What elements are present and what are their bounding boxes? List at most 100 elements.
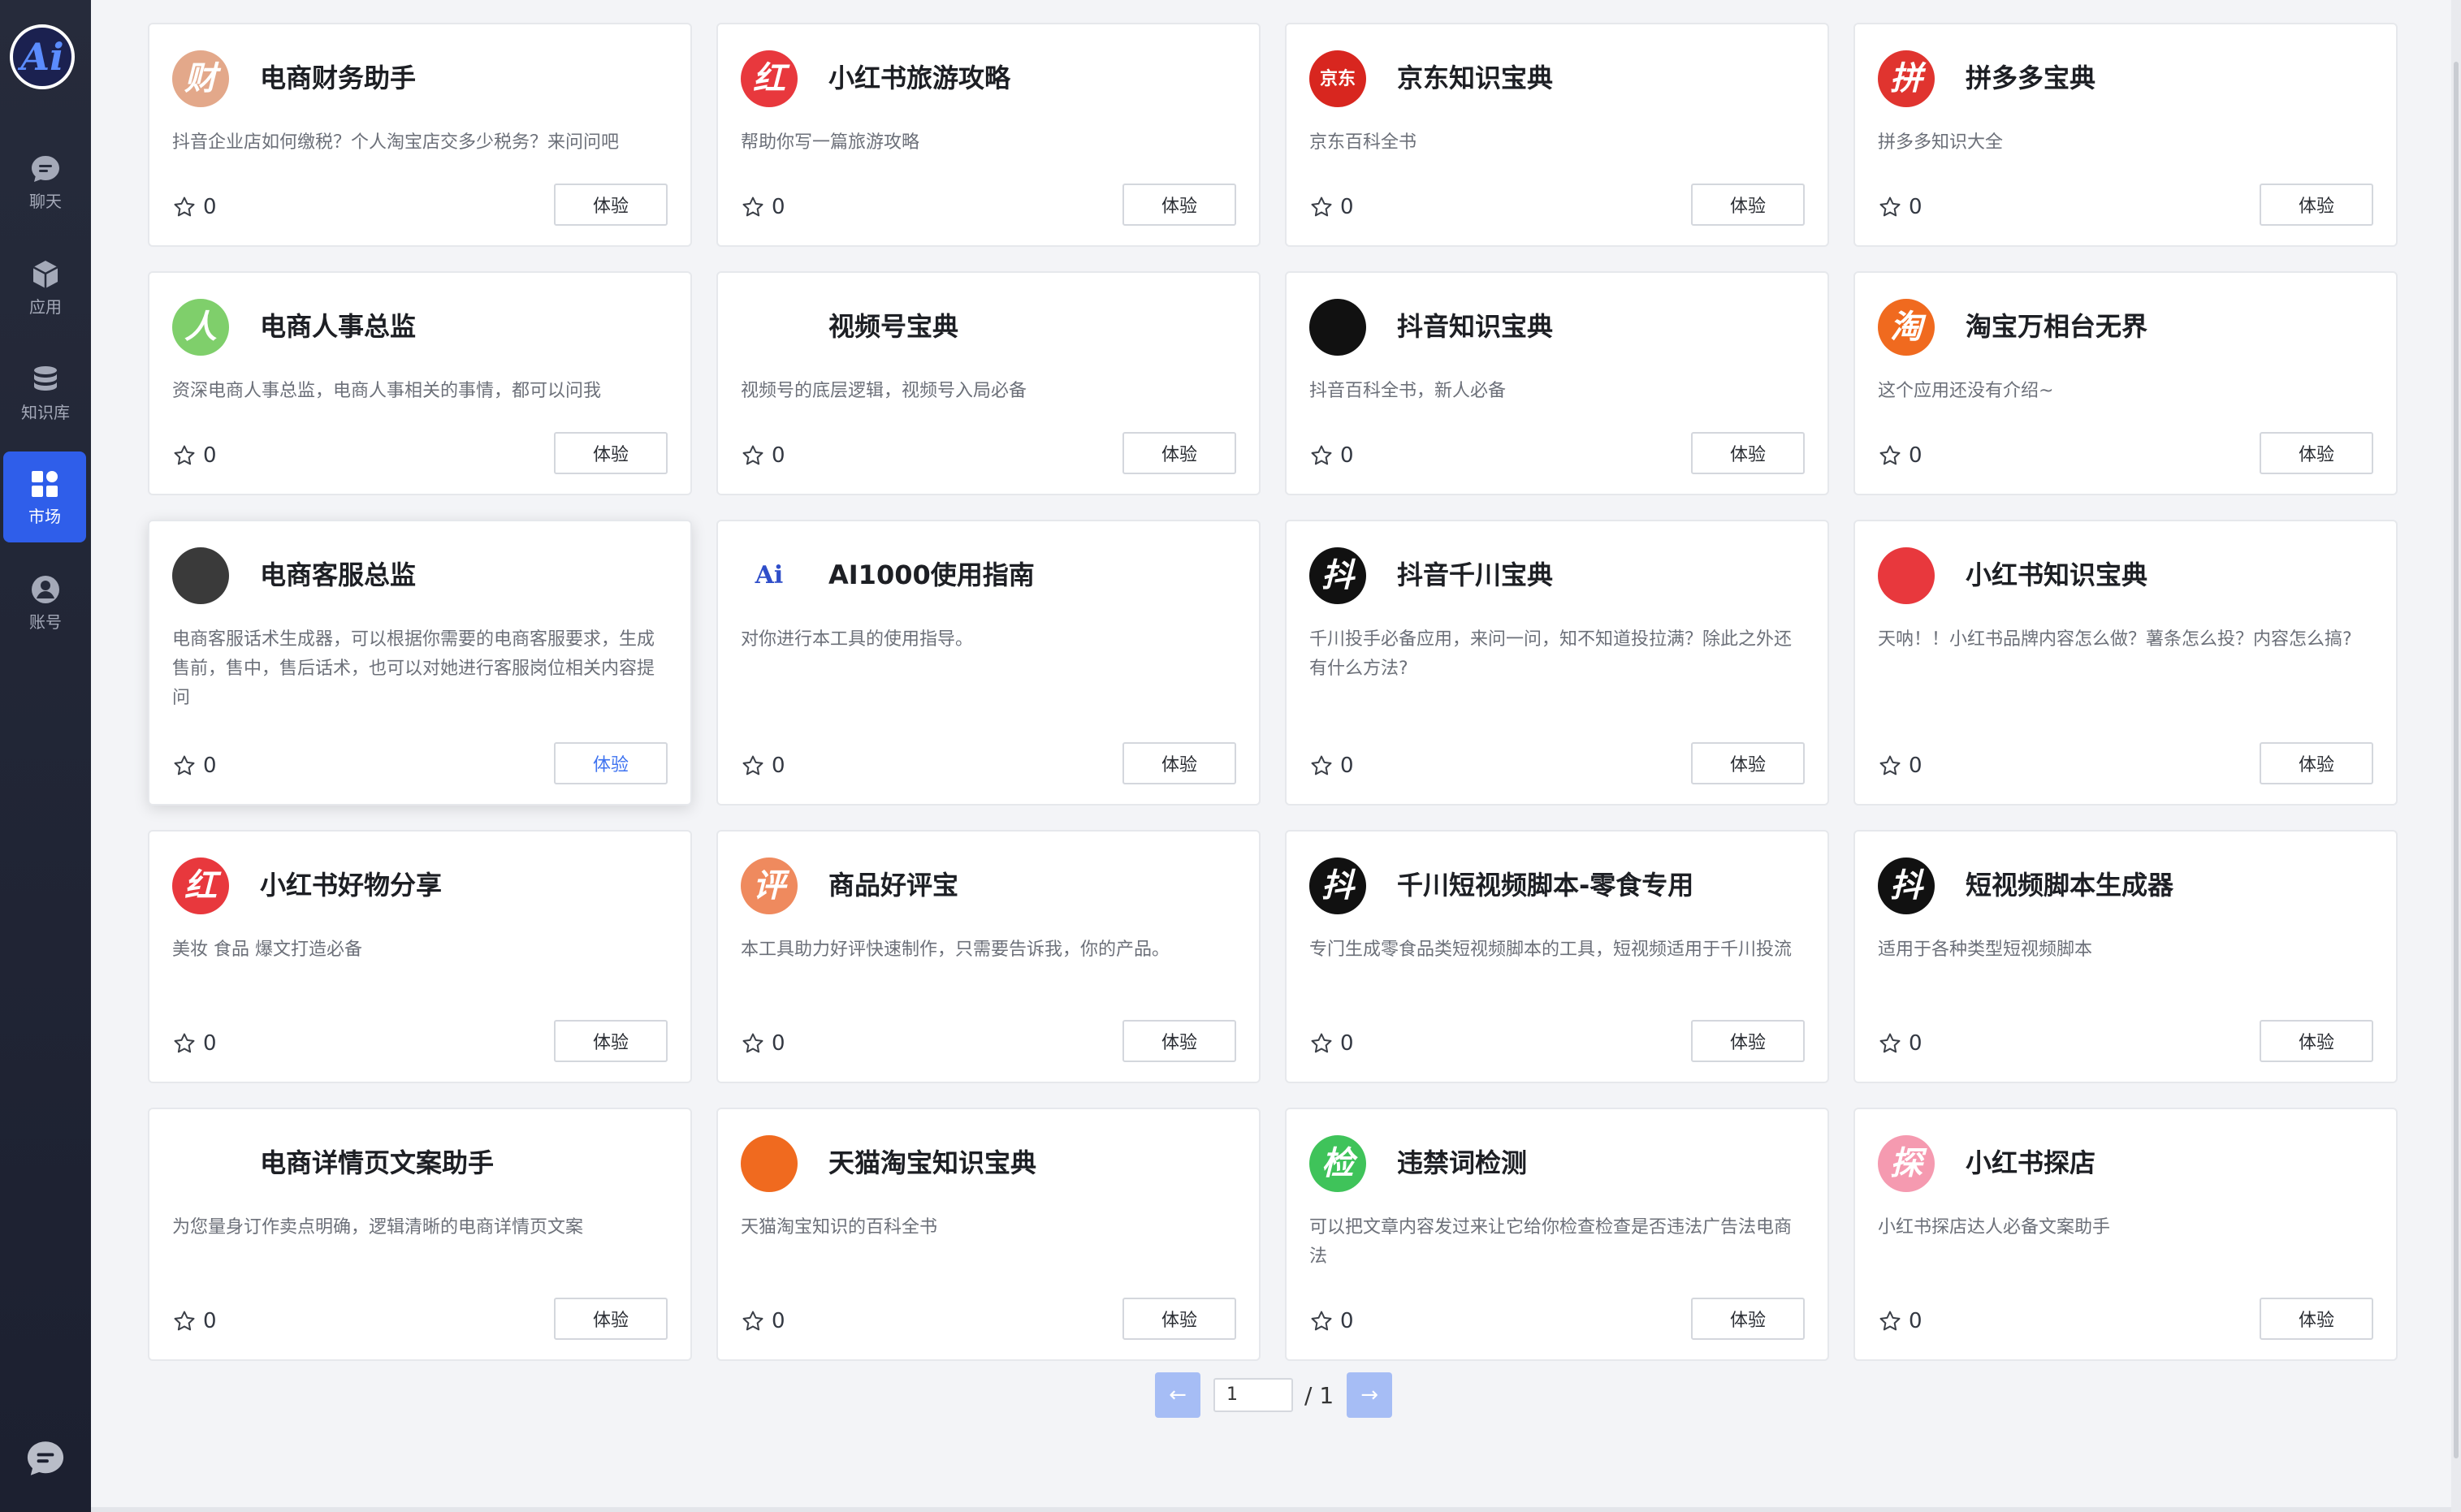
app-card-title: 小红书探店 <box>1966 1147 2096 1178</box>
douyin-badge-icon: 抖 <box>1878 858 1935 914</box>
favorite-count[interactable]: 0 <box>172 1309 217 1333</box>
app-card-description: 抖音企业店如何缴税？个人淘宝店交多少税务？来问问吧 <box>172 132 620 153</box>
app-card[interactable]: 视频号宝典 视频号的底层逻辑，视频号入局必备 0 体验 <box>716 271 1261 495</box>
try-button[interactable]: 体验 <box>1122 1020 1236 1062</box>
try-button[interactable]: 体验 <box>554 742 668 784</box>
try-button[interactable]: 体验 <box>2260 432 2373 474</box>
try-button[interactable]: 体验 <box>1691 1020 1805 1062</box>
favorite-count[interactable]: 0 <box>1309 443 1354 468</box>
app-card-description: 这个应用还没有介绍~ <box>1878 381 2054 401</box>
app-card-description: 天呐！！小红书品牌内容怎么做？薯条怎么投？内容怎么搞? <box>1878 629 2352 650</box>
nav-item-knowledge[interactable]: 知识库 <box>0 348 91 438</box>
scrollbar-thumb[interactable] <box>2454 62 2459 1458</box>
app-card-description: 拼多多知识大全 <box>1878 132 2004 153</box>
nav-item-apps[interactable]: 应用 <box>0 242 91 333</box>
vertical-scrollbar[interactable] <box>2451 0 2461 1512</box>
prev-page-button[interactable]: ← <box>1155 1372 1200 1418</box>
try-button[interactable]: 体验 <box>1691 1298 1805 1340</box>
app-card[interactable]: 淘 淘宝万相台无界 这个应用还没有介绍~ 0 体验 <box>1853 271 2398 495</box>
try-button[interactable]: 体验 <box>1122 184 1236 226</box>
favorite-count[interactable]: 0 <box>741 1031 785 1056</box>
try-button[interactable]: 体验 <box>2260 742 2373 784</box>
nav-item-chat[interactable]: 聊天 <box>0 136 91 227</box>
app-card[interactable]: 人 电商人事总监 资深电商人事总监，电商人事相关的事情，都可以问我 0 体验 <box>148 271 692 495</box>
app-card[interactable]: 抖 抖音千川宝典 千川投手必备应用，来问一问，知不知道投拉满？除此之外还有什么方… <box>1285 520 1829 806</box>
app-card-title: 电商人事总监 <box>260 311 417 342</box>
app-card[interactable]: 财 电商财务助手 抖音企业店如何缴税？个人淘宝店交多少税务？来问问吧 0 体验 <box>148 23 692 247</box>
try-button[interactable]: 体验 <box>1122 432 1236 474</box>
favorite-count[interactable]: 0 <box>172 443 217 468</box>
favorite-count[interactable]: 0 <box>1878 1309 1923 1333</box>
app-card[interactable]: 探 小红书探店 小红书探店达人必备文案助手 0 体验 <box>1853 1108 2398 1361</box>
favorite-count[interactable]: 0 <box>172 195 217 219</box>
favorite-count-value: 0 <box>1340 1309 1354 1333</box>
star-icon <box>742 755 763 775</box>
favorite-count[interactable]: 0 <box>741 195 785 219</box>
favorite-count[interactable]: 0 <box>1878 443 1923 468</box>
app-card[interactable]: 抖 短视频脚本生成器 适用于各种类型短视频脚本 0 体验 <box>1853 830 2398 1083</box>
favorite-count[interactable]: 0 <box>1878 1031 1923 1056</box>
favorite-count[interactable]: 0 <box>1878 195 1923 219</box>
favorite-count-value: 0 <box>1340 754 1354 778</box>
app-card[interactable]: 天猫淘宝知识宝典 天猫淘宝知识的百科全书 0 体验 <box>716 1108 1261 1361</box>
app-card-description: 小红书探店达人必备文案助手 <box>1878 1217 2111 1238</box>
try-button[interactable]: 体验 <box>2260 1298 2373 1340</box>
favorite-count[interactable]: 0 <box>741 1309 785 1333</box>
favorite-count-value: 0 <box>1909 1031 1923 1056</box>
app-card[interactable]: 检 违禁词检测 可以把文章内容发过来让它给你检查检查是否违法广告法电商法 0 体… <box>1285 1108 1829 1361</box>
app-card[interactable]: 电商客服总监 电商客服话术生成器，可以根据你需要的电商客服要求，生成售前，售中，… <box>148 520 692 806</box>
app-card[interactable]: 京东 京东知识宝典 京东百科全书 0 体验 <box>1285 23 1829 247</box>
app-card[interactable]: 拼 拼多多宝典 拼多多知识大全 0 体验 <box>1853 23 2398 247</box>
favorite-count[interactable]: 0 <box>1309 754 1354 778</box>
favorite-count[interactable]: 0 <box>741 754 785 778</box>
app-card[interactable]: 红 小红书好物分享 美妆 食品 爆文打造必备 0 体验 <box>148 830 692 1083</box>
try-button[interactable]: 体验 <box>1691 184 1805 226</box>
try-button[interactable]: 体验 <box>1122 1298 1236 1340</box>
app-card[interactable]: 红 小红书旅游攻略 帮助你写一篇旅游攻略 0 体验 <box>716 23 1261 247</box>
app-card[interactable]: 抖 千川短视频脚本-零食专用 专门生成零食品类短视频脚本的工具，短视频适用于千川… <box>1285 830 1829 1083</box>
page-number-input[interactable]: 1 <box>1213 1378 1293 1412</box>
favorite-count[interactable]: 0 <box>1878 754 1923 778</box>
tao-badge-icon: 淘 <box>1878 299 1935 356</box>
chat-bubble-icon[interactable] <box>24 1437 67 1480</box>
try-button[interactable]: 体验 <box>1691 742 1805 784</box>
nav-item-market[interactable]: 市场 <box>3 451 86 542</box>
xhs-book-icon <box>1878 547 1935 604</box>
app-card[interactable]: Ai AI1000使用指南 对你进行本工具的使用指导。 0 体验 <box>716 520 1261 806</box>
channels-butterfly-icon <box>741 299 798 356</box>
favorite-count[interactable]: 0 <box>172 1031 217 1056</box>
favorite-count[interactable]: 0 <box>1309 1031 1354 1056</box>
app-logo[interactable]: Ai <box>10 24 75 89</box>
app-card[interactable]: 评 商品好评宝 本工具助力好评快速制作，只需要告诉我，你的产品。 0 体验 <box>716 830 1261 1083</box>
app-card[interactable]: 抖音知识宝典 抖音百科全书，新人必备 0 体验 <box>1285 271 1829 495</box>
try-button[interactable]: 体验 <box>1691 432 1805 474</box>
horizontal-scrollbar <box>91 1507 2451 1512</box>
favorite-count[interactable]: 0 <box>1309 195 1354 219</box>
icon-glyph: 人 <box>184 308 217 346</box>
nav-label-market: 市场 <box>28 507 61 526</box>
favorite-count[interactable]: 0 <box>172 754 217 778</box>
star-icon <box>1311 445 1332 465</box>
ping-badge-icon: 评 <box>741 858 798 914</box>
favorite-count[interactable]: 0 <box>1309 1309 1354 1333</box>
try-button[interactable]: 体验 <box>554 432 668 474</box>
try-button[interactable]: 体验 <box>2260 1020 2373 1062</box>
app-card[interactable]: 电商详情页文案助手 为您量身订作卖点明确，逻辑清晰的电商详情页文案 0 体验 <box>148 1108 692 1361</box>
favorite-count[interactable]: 0 <box>741 443 785 468</box>
try-button[interactable]: 体验 <box>1122 742 1236 784</box>
app-card-title: 淘宝万相台无界 <box>1966 311 2148 342</box>
person-arrow-icon: 人 <box>172 299 229 356</box>
try-button[interactable]: 体验 <box>2260 184 2373 226</box>
try-button[interactable]: 体验 <box>554 184 668 226</box>
star-icon <box>1311 755 1332 775</box>
nav-item-account[interactable]: 账号 <box>0 557 91 648</box>
app-card[interactable]: 小红书知识宝典 天呐！！小红书品牌内容怎么做？薯条怎么投？内容怎么搞? 0 体验 <box>1853 520 2398 806</box>
cai-badge-icon: 财 <box>172 50 229 107</box>
try-button[interactable]: 体验 <box>554 1020 668 1062</box>
hong-badge-icon: 红 <box>741 50 798 107</box>
tmall-book-icon <box>741 1135 798 1192</box>
try-button[interactable]: 体验 <box>554 1298 668 1340</box>
app-card-title: AI1000使用指南 <box>828 559 1035 590</box>
app-card-title: 天猫淘宝知识宝典 <box>828 1147 1037 1178</box>
next-page-button[interactable]: → <box>1347 1372 1393 1418</box>
